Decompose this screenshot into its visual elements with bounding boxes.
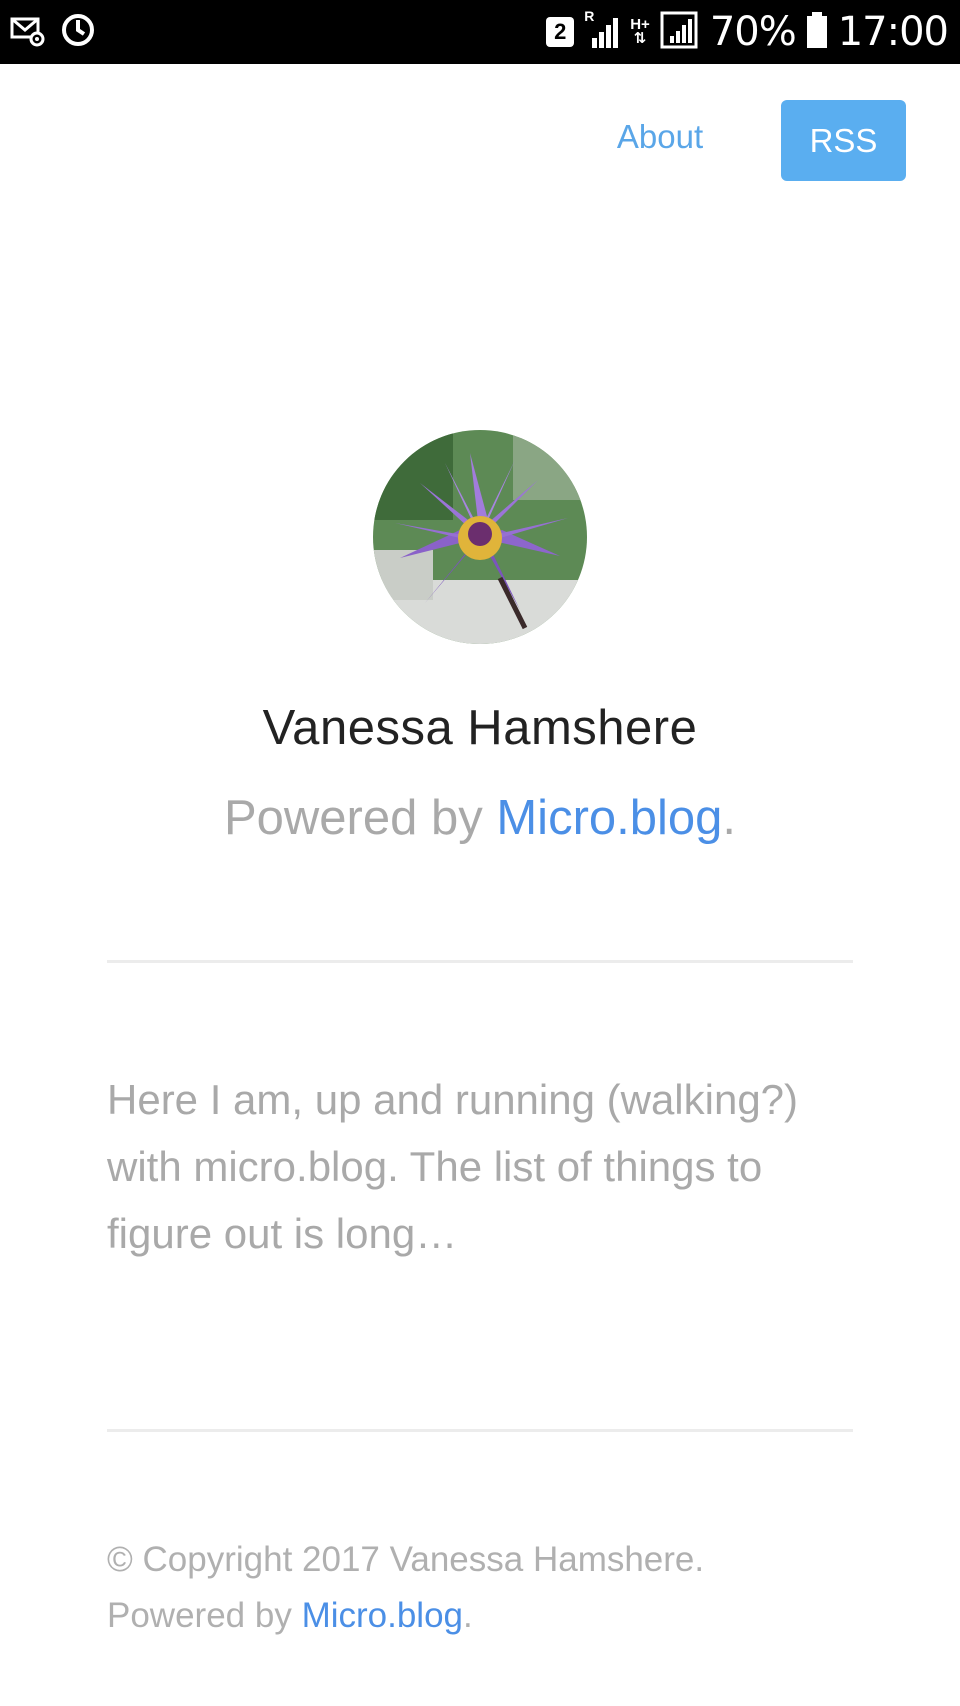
network-type-label: H+ — [630, 16, 650, 33]
battery-percent: 70% — [709, 9, 797, 55]
water-lily-photo — [373, 430, 587, 644]
status-bar-left — [10, 12, 96, 53]
clock: 17:00 — [837, 9, 949, 55]
battery-icon — [806, 10, 828, 55]
powered-by-prefix: Powered by — [223, 791, 497, 845]
footer-powered-by: Powered by Micro.blog. — [107, 1588, 867, 1644]
divider — [107, 960, 853, 963]
roaming-label: R — [584, 8, 595, 24]
signal-icon — [660, 10, 700, 55]
sync-icon — [60, 12, 96, 53]
mail-settings-icon — [10, 12, 46, 53]
status-bar-right: 2 R H+ ⇅ 70% 17:00 — [546, 0, 949, 64]
footer: © Copyright 2017 Vanessa Hamshere. Power… — [107, 1532, 867, 1644]
footer-micro-blog-link[interactable]: Micro.blog — [302, 1596, 463, 1635]
profile-name: Vanessa Hamshere — [262, 701, 698, 755]
footer-powered-prefix: Powered by — [107, 1596, 302, 1635]
divider — [107, 1429, 853, 1432]
avatar[interactable] — [373, 430, 587, 644]
footer-copyright: © Copyright 2017 Vanessa Hamshere. — [107, 1540, 705, 1579]
nav-about-link[interactable]: About — [600, 112, 720, 162]
powered-by: Powered by Micro.blog. — [0, 790, 960, 846]
signal-roaming-icon: R — [584, 8, 620, 52]
footer-powered-suffix: . — [463, 1596, 473, 1635]
micro-blog-link[interactable]: Micro.blog — [496, 791, 722, 845]
sim-slot-badge: 2 — [546, 17, 575, 47]
post-text[interactable]: Here I am, up and running (walking?) wit… — [107, 1066, 867, 1267]
status-bar: 2 R H+ ⇅ 70% 17:00 — [0, 0, 960, 64]
powered-by-suffix: . — [722, 791, 737, 845]
network-type: H+ ⇅ — [630, 16, 650, 47]
rss-button[interactable]: RSS — [781, 100, 906, 181]
